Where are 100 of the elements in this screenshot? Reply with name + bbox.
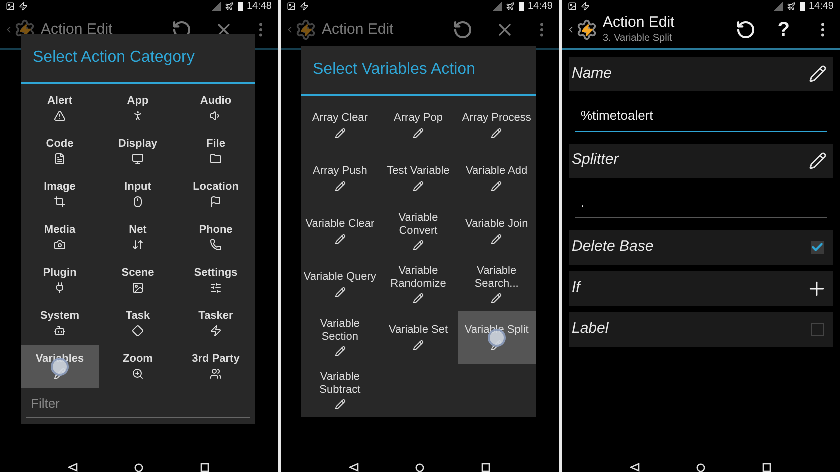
person-icon: [132, 110, 144, 122]
grid-item[interactable]: Image: [21, 173, 99, 216]
grid-item[interactable]: Variable Search...: [458, 258, 536, 311]
monitor-icon: [132, 153, 144, 166]
text-field[interactable]: .: [575, 188, 827, 218]
param-row[interactable]: Name: [569, 57, 833, 91]
home-icon[interactable]: [134, 463, 144, 472]
dialog-title: Select Action Category: [33, 48, 195, 68]
pencil-icon: [334, 399, 346, 410]
param-row[interactable]: Label: [569, 312, 833, 347]
grid-item[interactable]: File: [177, 130, 255, 173]
grid-item[interactable]: Variable Query: [301, 258, 380, 311]
item-label: Array Push: [312, 165, 368, 178]
back-icon[interactable]: [68, 463, 78, 472]
grid-item[interactable]: Variables: [21, 345, 99, 388]
item-label: Alert: [47, 94, 73, 108]
status-time: 14:48: [246, 0, 272, 14]
grid-item[interactable]: Task: [99, 302, 177, 345]
action-bar-title: Action Edit: [41, 20, 114, 40]
camera-icon: [54, 239, 66, 252]
grid-item[interactable]: Variable Add: [458, 152, 536, 205]
robot-icon: [54, 325, 66, 338]
document-icon: [54, 153, 66, 166]
grid-item[interactable]: Net: [99, 216, 177, 259]
plug-icon: [54, 282, 66, 294]
pencil-icon: [491, 234, 502, 245]
grid-item[interactable]: Tasker: [177, 302, 255, 345]
undo-icon[interactable]: [736, 20, 756, 40]
grid-item[interactable]: Array Pop: [379, 99, 458, 152]
item-label: Settings: [194, 266, 238, 280]
item-label: Location: [193, 180, 239, 194]
grid-item[interactable]: Array Clear: [301, 99, 380, 152]
grid-item[interactable]: System: [21, 302, 99, 345]
grid-item[interactable]: Variable Randomize: [379, 258, 458, 311]
grid-item[interactable]: Display: [99, 130, 177, 173]
grid-item[interactable]: Test Variable: [379, 152, 458, 205]
pencil-icon[interactable]: [809, 152, 827, 170]
home-icon[interactable]: [696, 463, 706, 472]
item-label: Variable Section: [319, 318, 361, 344]
action-bar-title: Action Edit: [603, 14, 676, 34]
pencil-icon: [334, 346, 346, 358]
filter-field[interactable]: Filter: [26, 391, 250, 418]
param-row[interactable]: Delete Base: [569, 230, 833, 265]
item-label: Plugin: [43, 266, 77, 280]
grid-item[interactable]: Variable Join: [458, 205, 536, 258]
pencil-icon: [412, 180, 424, 192]
grid-item[interactable]: Array Process: [458, 99, 536, 152]
param-label: Splitter: [572, 150, 619, 170]
back-icon[interactable]: [630, 463, 640, 472]
param-row[interactable]: If: [569, 271, 833, 306]
home-icon[interactable]: [415, 463, 425, 472]
item-label: Variable Split: [464, 324, 530, 337]
item-label: Task: [126, 310, 150, 322]
help-button[interactable]: ?: [778, 15, 790, 45]
grid-item[interactable]: Variable Set: [379, 311, 458, 364]
grid-item[interactable]: Scene: [99, 259, 177, 302]
text-field[interactable]: %timetoalert: [575, 101, 827, 132]
checkbox[interactable]: [811, 241, 824, 254]
grid-item[interactable]: Alert: [21, 87, 99, 130]
action-bar-title: Action Edit: [322, 20, 395, 40]
pencil-icon[interactable]: [809, 65, 827, 83]
grid-item[interactable]: App: [99, 87, 177, 130]
grid-item[interactable]: Array Push: [301, 152, 380, 205]
grid-item[interactable]: Variable Convert: [379, 205, 458, 258]
battery-icon: [518, 2, 524, 10]
recents-icon[interactable]: [200, 463, 210, 472]
grid-item[interactable]: Variable Split: [458, 311, 536, 364]
flag-icon: [210, 196, 222, 208]
grid-item[interactable]: Code: [21, 130, 99, 173]
recents-icon[interactable]: [762, 463, 772, 472]
grid-item[interactable]: Audio: [177, 87, 255, 130]
grid-item[interactable]: Variable Section: [301, 311, 380, 364]
param-label: Label: [572, 319, 609, 340]
airplane-icon: [506, 2, 515, 10]
back-icon[interactable]: [349, 463, 359, 472]
item-label: Variable Clear: [304, 218, 376, 231]
item-label: Array Process: [461, 112, 532, 125]
grid-item[interactable]: Input: [99, 173, 177, 216]
airplane-icon: [224, 2, 234, 10]
pencil-icon: [412, 293, 424, 304]
pencil-icon: [491, 128, 502, 139]
item-label: Test Variable: [386, 165, 451, 178]
grid-item[interactable]: Phone: [177, 216, 255, 259]
item-label: File: [206, 138, 226, 150]
gear-bolt-icon: [576, 19, 598, 41]
grid-item[interactable]: 3rd Party: [177, 345, 255, 388]
checkbox[interactable]: [811, 323, 824, 336]
pencil-icon: [334, 234, 346, 245]
grid-item[interactable]: Media: [21, 216, 99, 259]
grid-item[interactable]: Variable Clear: [301, 205, 380, 258]
grid-item[interactable]: Settings: [177, 259, 255, 302]
param-row[interactable]: Splitter: [569, 144, 833, 178]
item-label: Zoom: [123, 352, 153, 366]
item-label: System: [40, 310, 80, 322]
recents-icon[interactable]: [481, 463, 491, 472]
grid-item[interactable]: Location: [177, 173, 255, 216]
grid-item[interactable]: Variable Subtract: [301, 364, 380, 417]
grid-item[interactable]: Plugin: [21, 259, 99, 302]
pencil-icon: [334, 180, 346, 192]
grid-item[interactable]: Zoom: [99, 345, 177, 388]
